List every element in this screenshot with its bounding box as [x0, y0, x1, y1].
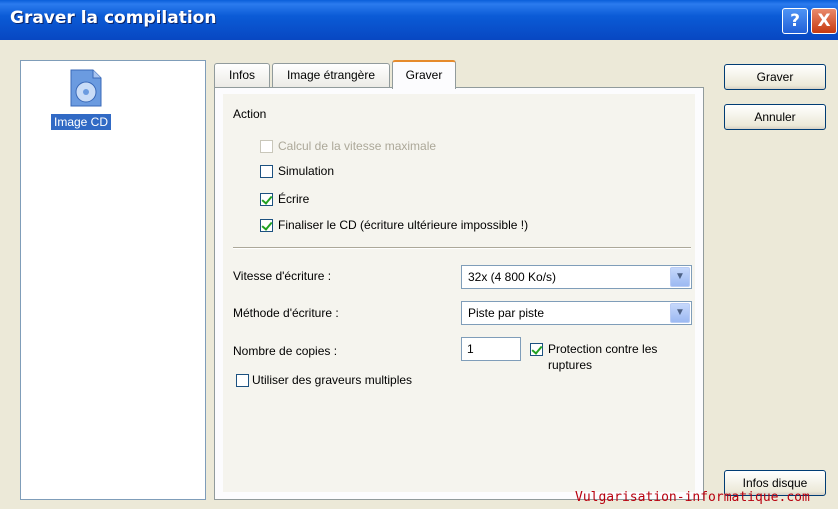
method-value: Piste par piste — [468, 306, 545, 320]
separator — [233, 247, 691, 249]
tab-graver[interactable]: Graver — [392, 60, 456, 89]
copies-label: Nombre de copies : — [233, 344, 338, 358]
speed-select[interactable]: 32x (4 800 Ko/s) ▼ — [461, 265, 692, 289]
watermark-text: Vulgarisation-informatique.com — [575, 490, 810, 505]
compilation-list[interactable]: Image CD — [20, 60, 206, 500]
method-select[interactable]: Piste par piste ▼ — [461, 301, 692, 325]
checkbox-graveurs-multiples[interactable] — [236, 374, 249, 387]
tab-panel-body — [223, 94, 695, 492]
checkbox-calcul-vitesse — [260, 140, 273, 153]
speed-label: Vitesse d'écriture : — [233, 269, 332, 283]
cd-image-icon[interactable] — [67, 69, 103, 107]
help-button[interactable]: ? — [782, 8, 808, 34]
protection-label-2[interactable]: ruptures — [548, 358, 592, 372]
copies-input[interactable]: 1 — [461, 337, 521, 361]
graver-button[interactable]: Graver — [724, 64, 826, 90]
ecrire-label[interactable]: Écrire — [278, 192, 309, 206]
protection-label[interactable]: Protection contre les — [548, 342, 657, 356]
simulation-label[interactable]: Simulation — [278, 164, 334, 178]
chevron-down-icon[interactable]: ▼ — [670, 303, 690, 323]
graveurs-multiples-label[interactable]: Utiliser des graveurs multiples — [252, 373, 412, 387]
speed-value: 32x (4 800 Ko/s) — [468, 270, 557, 284]
annuler-button[interactable]: Annuler — [724, 104, 826, 130]
window-title: Graver la compilation — [10, 8, 217, 28]
action-heading: Action — [233, 107, 267, 121]
copies-value: 1 — [467, 342, 474, 356]
checkbox-protection[interactable] — [530, 343, 543, 356]
calcul-vitesse-label: Calcul de la vitesse maximale — [278, 139, 437, 153]
close-button[interactable]: X — [811, 8, 837, 34]
chevron-down-icon[interactable]: ▼ — [670, 267, 690, 287]
tab-infos[interactable]: Infos — [214, 63, 270, 87]
image-cd-label[interactable]: Image CD — [51, 114, 112, 130]
checkbox-simulation[interactable] — [260, 165, 273, 178]
title-bar: Graver la compilation ? X — [0, 0, 838, 40]
checkbox-finaliser[interactable] — [260, 219, 273, 232]
tab-image-etrangere[interactable]: Image étrangère — [272, 63, 390, 87]
finaliser-label[interactable]: Finaliser le CD (écriture ultérieure imp… — [278, 218, 528, 232]
method-label: Méthode d'écriture : — [233, 306, 339, 320]
checkbox-ecrire[interactable] — [260, 193, 273, 206]
